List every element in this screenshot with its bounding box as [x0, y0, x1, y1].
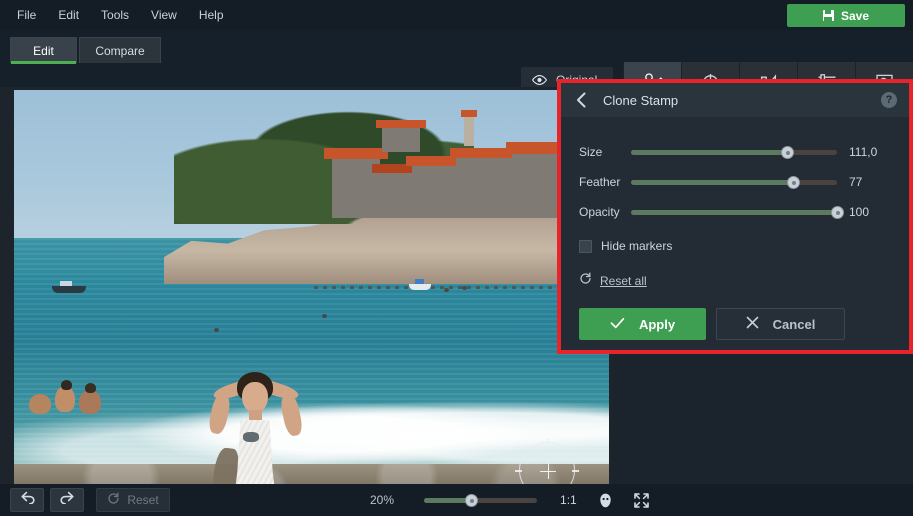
photo-roof [324, 148, 388, 159]
panel-actions: Apply Cancel [579, 308, 891, 340]
toolbar-row: Edit Compare Original [0, 30, 913, 87]
photo-building [412, 164, 456, 218]
reset-all-link[interactable]: Reset all [579, 272, 891, 290]
photo-editor-window: File Edit Tools View Help Save Edit Comp… [0, 0, 913, 516]
photo-woman-sunglasses [243, 432, 259, 442]
status-bar: Reset 20% 1:1 [0, 484, 913, 516]
photo-swimmer [462, 286, 467, 290]
slider-opacity-knob[interactable] [831, 206, 844, 219]
menu-item-file[interactable]: File [6, 0, 47, 30]
slider-size: Size 111,0 [579, 137, 891, 167]
back-chevron-icon[interactable] [573, 92, 589, 108]
panel-header: Clone Stamp ? [561, 83, 909, 117]
menu-item-edit[interactable]: Edit [47, 0, 90, 30]
slider-opacity-fill [631, 210, 837, 215]
tab-compare-label: Compare [95, 44, 144, 58]
photo-boat [52, 286, 86, 293]
save-button-label: Save [841, 9, 869, 23]
reset-button-label: Reset [127, 493, 158, 507]
photo-woman-forearm-left [207, 393, 232, 436]
fit-to-face-icon[interactable] [595, 489, 617, 511]
redo-arrow-icon [59, 491, 76, 509]
slider-feather-track[interactable] [631, 180, 837, 185]
photo-swimmer [444, 288, 449, 292]
slider-size-track[interactable] [631, 150, 837, 155]
edit-compare-tabs: Edit Compare [10, 37, 161, 63]
photo-boat [409, 284, 431, 290]
reset-all-label: Reset all [600, 274, 647, 288]
tab-edit-label: Edit [33, 44, 54, 58]
slider-opacity-track[interactable] [631, 210, 837, 215]
hide-markers-label: Hide markers [601, 239, 672, 253]
hide-markers-checkbox[interactable]: Hide markers [579, 239, 891, 253]
undo-button[interactable] [10, 488, 44, 512]
undo-arrow-icon [19, 491, 36, 509]
photo-building [382, 126, 420, 152]
reset-button[interactable]: Reset [96, 488, 170, 512]
photo-canvas[interactable] [14, 90, 609, 500]
tab-compare[interactable]: Compare [79, 37, 161, 63]
cancel-button[interactable]: Cancel [716, 308, 845, 340]
close-x-icon [746, 316, 759, 332]
tab-edit[interactable]: Edit [10, 37, 77, 63]
help-question-icon[interactable]: ? [881, 92, 897, 108]
photo-woman-face [242, 382, 268, 413]
save-button[interactable]: Save [787, 4, 905, 27]
slider-feather-label: Feather [579, 175, 631, 189]
check-icon [610, 317, 625, 332]
slider-opacity-label: Opacity [579, 205, 631, 219]
panel-body: Size 111,0 Feather 77 Opacity [561, 117, 909, 340]
slider-size-label: Size [579, 145, 631, 159]
photo-bell-tower [464, 116, 474, 146]
slider-size-knob[interactable] [781, 146, 794, 159]
menu-bar: File Edit Tools View Help Save [0, 0, 913, 30]
zoom-level-label: 20% [370, 493, 394, 507]
redo-button[interactable] [50, 488, 84, 512]
photo-roof [376, 120, 426, 128]
photo-swimmer [214, 328, 219, 332]
panel-title: Clone Stamp [603, 93, 678, 108]
photo-swimmer [322, 314, 327, 318]
floppy-disk-icon [823, 10, 834, 21]
menu-item-tools[interactable]: Tools [90, 0, 140, 30]
menu-item-view[interactable]: View [140, 0, 188, 30]
slider-feather-fill [631, 180, 794, 185]
slider-opacity-value: 100 [849, 205, 891, 219]
slider-feather: Feather 77 [579, 167, 891, 197]
photo-building [456, 156, 514, 218]
reset-arrow-icon [579, 272, 592, 290]
canvas-area[interactable] [0, 87, 613, 484]
photo-woman-forearm-right [279, 393, 304, 438]
apply-button[interactable]: Apply [579, 308, 706, 340]
photo-island [164, 104, 609, 284]
eye-icon [532, 75, 547, 85]
fit-to-screen-icon[interactable] [631, 489, 653, 511]
zoom-slider-knob[interactable] [465, 494, 478, 507]
slider-feather-knob[interactable] [787, 176, 800, 189]
slider-size-value: 111,0 [849, 145, 891, 159]
photo-roof [461, 110, 477, 117]
zoom-slider-track[interactable] [424, 498, 537, 503]
slider-opacity: Opacity 100 [579, 197, 891, 227]
photo-woman-subject [199, 370, 314, 500]
slider-size-fill [631, 150, 788, 155]
cancel-button-label: Cancel [773, 317, 816, 332]
clone-stamp-panel: Clone Stamp ? Size 111,0 Feather 77 [561, 83, 909, 350]
menu-item-help[interactable]: Help [188, 0, 235, 30]
checkbox-box [579, 240, 592, 253]
photo-building [378, 170, 412, 218]
zoom-one-to-one-button[interactable]: 1:1 [560, 493, 577, 507]
slider-feather-value: 77 [849, 175, 891, 189]
reset-arrow-icon [107, 492, 120, 508]
apply-button-label: Apply [639, 317, 675, 332]
